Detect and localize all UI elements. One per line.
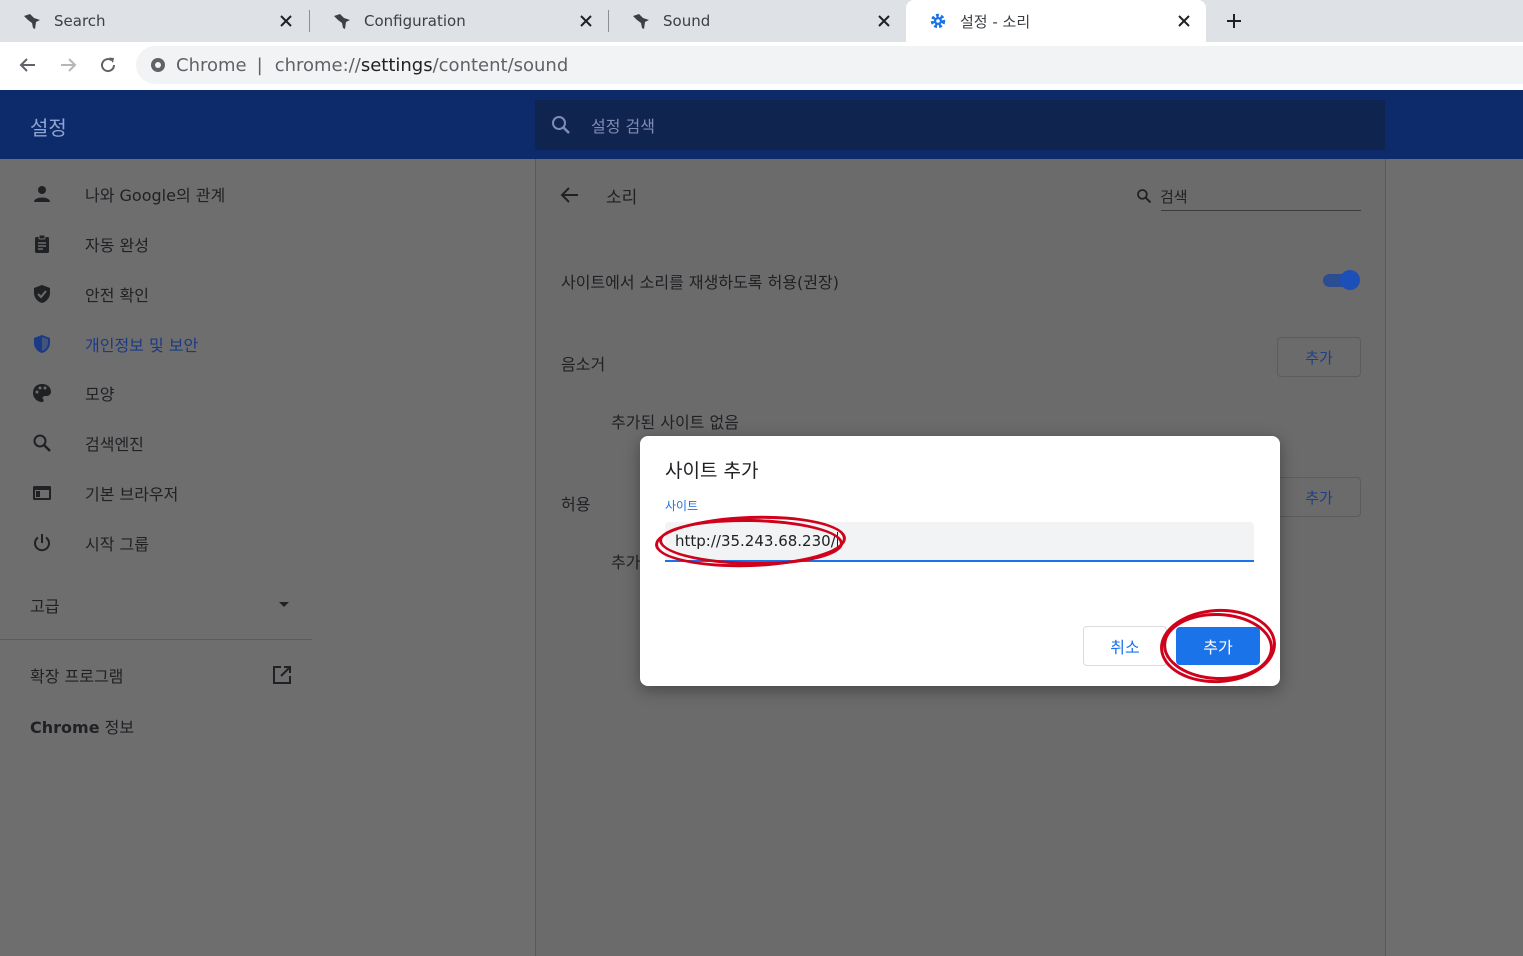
back-arrow-icon[interactable] — [560, 185, 580, 205]
bird-icon — [332, 11, 352, 31]
sidebar-advanced-toggle[interactable]: 고급 — [30, 593, 290, 617]
sidebar-item-search-engine[interactable]: 검색엔진 — [30, 428, 144, 458]
sidebar-item-autofill[interactable]: 자동 완성 — [30, 229, 149, 259]
cancel-button[interactable]: 취소 — [1083, 626, 1167, 666]
sidebar-item-google[interactable]: 나와 Google의 관계 — [30, 179, 225, 209]
reload-button[interactable] — [95, 52, 121, 78]
confirm-add-button[interactable]: 추가 — [1176, 627, 1260, 665]
bird-icon — [631, 11, 651, 31]
gear-icon — [928, 11, 948, 31]
add-site-dialog: 사이트 추가 사이트 http://35.243.68.230/ 취소 추가 — [640, 436, 1280, 686]
close-icon[interactable] — [874, 11, 894, 31]
close-icon[interactable] — [576, 11, 596, 31]
sidebar-item-about-chrome[interactable]: Chrome 정보 — [30, 714, 134, 738]
sidebar-item-label: 나와 Google의 관계 — [85, 186, 226, 205]
sidebar-item-label: 시작 그룹 — [85, 535, 149, 554]
settings-sidebar: 나와 Google의 관계 자동 완성 안전 확인 개인정보 및 보안 모양 검… — [0, 159, 312, 956]
sidebar-item-label: 개인정보 및 보안 — [85, 336, 199, 355]
sidebar-item-label: 모양 — [85, 385, 115, 404]
settings-search-input[interactable]: 설정 검색 — [535, 100, 1385, 150]
search-value: 검색 — [1160, 187, 1188, 206]
bird-icon — [22, 11, 42, 31]
browser-toolbar: Chrome | chrome://settings/content/sound — [0, 42, 1523, 88]
new-tab-button[interactable] — [1222, 9, 1246, 33]
mute-section-title: 음소거 — [561, 355, 606, 374]
address-bar[interactable]: Chrome | chrome://settings/content/sound — [136, 46, 1523, 84]
back-button[interactable] — [15, 52, 41, 78]
search-placeholder: 설정 검색 — [591, 117, 655, 136]
tab-title: Sound — [663, 12, 711, 30]
sidebar-item-startup[interactable]: 시작 그룹 — [30, 528, 149, 558]
sidebar-item-label: 검색엔진 — [85, 435, 144, 454]
search-icon — [30, 431, 54, 455]
forward-button[interactable] — [55, 52, 81, 78]
text-caret — [836, 532, 838, 550]
browser-icon — [30, 481, 54, 505]
tab-sound[interactable]: Sound — [609, 0, 906, 42]
caret-down-icon — [278, 601, 290, 609]
tab-title: Configuration — [364, 12, 466, 30]
tab-configuration[interactable]: Configuration — [310, 0, 608, 42]
allow-list-text: 추가 — [611, 553, 641, 572]
sidebar-item-appearance[interactable]: 모양 — [30, 378, 114, 408]
allow-sound-label: 사이트에서 소리를 재생하도록 허용(권장) — [561, 273, 839, 292]
advanced-label: 고급 — [30, 597, 60, 616]
site-label: Chrome — [176, 54, 247, 76]
omnibox-separator: | — [256, 54, 263, 76]
page-title: 설정 — [30, 116, 67, 140]
sidebar-item-privacy[interactable]: 개인정보 및 보안 — [30, 329, 198, 359]
sidebar-item-extensions[interactable]: 확장 프로그램 — [30, 662, 292, 688]
url-text: chrome://settings/content/sound — [274, 54, 569, 76]
search-icon — [551, 115, 571, 135]
sidebar-item-label: 안전 확인 — [85, 286, 149, 305]
tab-title: 설정 - 소리 — [960, 12, 1031, 31]
search-icon — [1136, 188, 1152, 204]
shield-icon — [30, 332, 54, 356]
sidebar-item-label: 확장 프로그램 — [30, 667, 124, 686]
tab-search[interactable]: Search — [0, 0, 308, 42]
site-input[interactable]: http://35.243.68.230/ — [665, 522, 1254, 562]
sidebar-item-safety-check[interactable]: 안전 확인 — [30, 279, 149, 309]
tab-settings-sound[interactable]: 설정 - 소리 — [906, 0, 1206, 42]
close-icon[interactable] — [1174, 11, 1194, 31]
no-sites-text: 추가된 사이트 없음 — [611, 413, 739, 432]
dialog-title: 사이트 추가 — [665, 460, 759, 482]
sidebar-item-label: 자동 완성 — [85, 236, 149, 255]
sidebar-divider — [0, 639, 312, 640]
site-input-value: http://35.243.68.230/ — [675, 532, 836, 550]
chrome-logo-icon — [150, 57, 166, 73]
palette-icon — [30, 381, 54, 405]
shield-check-icon — [30, 282, 54, 306]
mute-add-button[interactable]: 추가 — [1277, 337, 1361, 377]
settings-header: 설정 설정 검색 — [0, 88, 1523, 159]
power-icon — [30, 531, 54, 555]
open-in-new-icon — [272, 665, 292, 685]
clipboard-icon — [30, 232, 54, 256]
sidebar-item-label: 기본 브라우저 — [85, 485, 179, 504]
person-icon — [30, 182, 54, 206]
tab-title: Search — [54, 12, 106, 30]
subpage-search-input[interactable]: 검색 — [1136, 181, 1361, 211]
site-field-label: 사이트 — [665, 499, 699, 513]
sidebar-item-default-browser[interactable]: 기본 브라우저 — [30, 478, 178, 508]
allow-add-button[interactable]: 추가 — [1277, 477, 1361, 517]
allow-sound-toggle[interactable] — [1321, 269, 1361, 291]
allow-section-title: 허용 — [561, 495, 591, 514]
subpage-title: 소리 — [606, 188, 638, 208]
tab-strip: Search Configuration Sound 설정 - 소리 — [0, 0, 1523, 42]
close-icon[interactable] — [276, 11, 296, 31]
